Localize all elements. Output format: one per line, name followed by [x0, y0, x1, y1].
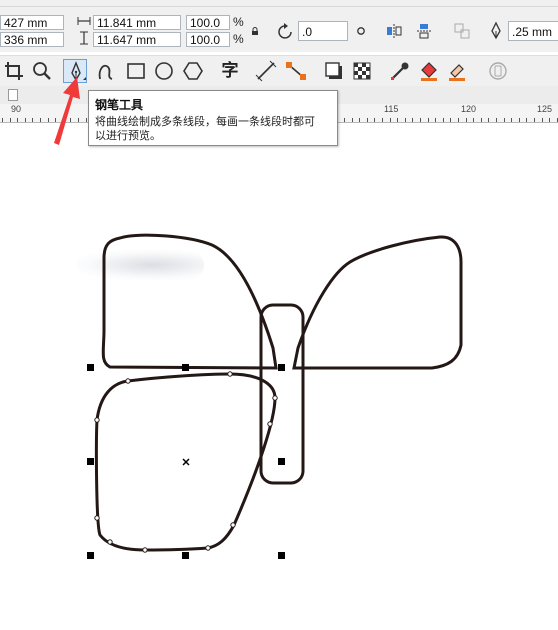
artistic-media-tool-icon[interactable] — [94, 59, 118, 83]
page-icon[interactable] — [8, 89, 18, 101]
crop-tool-icon[interactable] — [2, 59, 26, 83]
lock-ratio-icon[interactable] — [250, 25, 260, 35]
ruler-tick — [420, 118, 421, 122]
tooltip-line-1: 将曲线绘制成多条线段，每画一条线段时都可 — [95, 115, 315, 128]
ruler-tick — [549, 118, 550, 122]
property-bar: 427 mm 336 mm 11.841 mm 11.647 mm 100.0 … — [0, 0, 558, 52]
ruler-tick — [40, 118, 41, 122]
width-field[interactable]: 11.841 mm — [93, 15, 181, 30]
ruler-tick — [481, 118, 482, 122]
selection-handle — [87, 552, 94, 559]
scale-x-field[interactable]: 100.0 — [186, 15, 230, 30]
right-upper-wing[interactable] — [292, 235, 463, 370]
ruler-label: 90 — [11, 104, 22, 114]
ruler-tick — [435, 118, 436, 122]
rotation-field[interactable]: .0 — [298, 21, 348, 41]
height-icon — [76, 31, 92, 45]
ruler-tick — [542, 118, 543, 122]
ruler-tick — [17, 118, 18, 122]
eyedropper-tool-icon[interactable] — [388, 59, 412, 83]
ruler-tick — [526, 118, 527, 122]
scale-x-unit: % — [233, 15, 244, 29]
selection-handle — [278, 458, 285, 465]
ruler-tick — [511, 118, 512, 122]
ruler-label: 120 — [461, 104, 477, 114]
selection-handle — [278, 552, 285, 559]
outline-width-field[interactable]: .25 mm — [508, 21, 558, 41]
ruler-tick — [504, 118, 505, 122]
ruler-tick — [367, 118, 368, 122]
ruler-tick — [10, 118, 11, 122]
ruler-tick — [458, 118, 459, 122]
tooltip-line-2: 以进行预览。 — [95, 129, 161, 142]
ruler-tick — [25, 118, 26, 122]
drawing-canvas[interactable] — [0, 123, 558, 630]
position-x-field[interactable]: 427 mm — [0, 15, 64, 30]
selection-handle — [278, 364, 285, 371]
tooltip-title: 钢笔工具 — [95, 98, 144, 112]
ruler-label: 125 — [537, 104, 553, 114]
drop-shadow-tool-icon[interactable] — [322, 59, 346, 83]
scale-y-unit: % — [233, 32, 244, 46]
position-y-field[interactable]: 336 mm — [0, 32, 64, 47]
ruler-tick — [519, 118, 520, 122]
outline-tool-icon[interactable] — [486, 59, 510, 83]
align-icon[interactable] — [452, 21, 472, 41]
ruler-tick — [466, 118, 467, 122]
smart-fill-tool-icon[interactable] — [445, 59, 469, 83]
ruler-tick — [359, 118, 360, 122]
mirror-vertical-icon[interactable] — [414, 21, 434, 41]
ruler-tick — [2, 118, 3, 122]
ruler-tick — [32, 118, 33, 122]
center-marker[interactable] — [182, 458, 190, 466]
ruler-tick — [352, 118, 353, 122]
ruler-tick — [397, 118, 398, 122]
ruler-tick — [48, 118, 49, 122]
ruler-tick — [443, 118, 444, 122]
scale-y-field[interactable]: 100.0 — [186, 32, 230, 47]
outline-pen-icon — [488, 21, 504, 41]
mirror-horizontal-icon[interactable] — [384, 21, 404, 41]
selection-handle — [182, 552, 189, 559]
ruler-tick — [412, 118, 413, 122]
rectangle-tool-icon[interactable] — [124, 59, 148, 83]
rotate-icon — [276, 22, 296, 42]
ruler-label: 115 — [384, 104, 399, 114]
height-field[interactable]: 11.647 mm — [93, 32, 181, 47]
interactive-fill-tool-icon[interactable] — [417, 59, 441, 83]
dimension-tool-icon[interactable] — [254, 59, 278, 83]
selection-handle — [87, 364, 94, 371]
ruler-tick — [344, 118, 345, 122]
left-upper-wing[interactable] — [101, 233, 278, 370]
selection-handle — [87, 458, 94, 465]
width-icon — [76, 14, 92, 28]
ruler-tick — [534, 118, 535, 122]
pen-tool-tooltip: 钢笔工具 将曲线绘制成多条线段，每画一条线段时都可 以进行预览。 — [88, 90, 338, 146]
transparency-tool-icon[interactable] — [350, 59, 374, 83]
ruler-tick — [428, 118, 429, 122]
ruler-tick — [405, 118, 406, 122]
top-strip — [0, 0, 558, 7]
ruler-tick — [488, 118, 489, 122]
ellipse-tool-icon[interactable] — [152, 59, 176, 83]
ruler-tick — [450, 118, 451, 122]
degree-icon — [356, 25, 366, 35]
ruler-tick — [382, 118, 383, 122]
ruler-tick — [374, 118, 375, 122]
ruler-tick — [473, 118, 474, 122]
red-arrow-annotation — [54, 77, 80, 145]
selection-handle — [182, 364, 189, 371]
text-tool-icon[interactable]: 字 — [218, 59, 242, 83]
polygon-tool-icon[interactable] — [181, 59, 205, 83]
ruler-tick — [496, 118, 497, 122]
drawing-svg — [87, 233, 463, 559]
connector-tool-icon[interactable] — [284, 59, 308, 83]
ruler-tick — [390, 118, 391, 122]
